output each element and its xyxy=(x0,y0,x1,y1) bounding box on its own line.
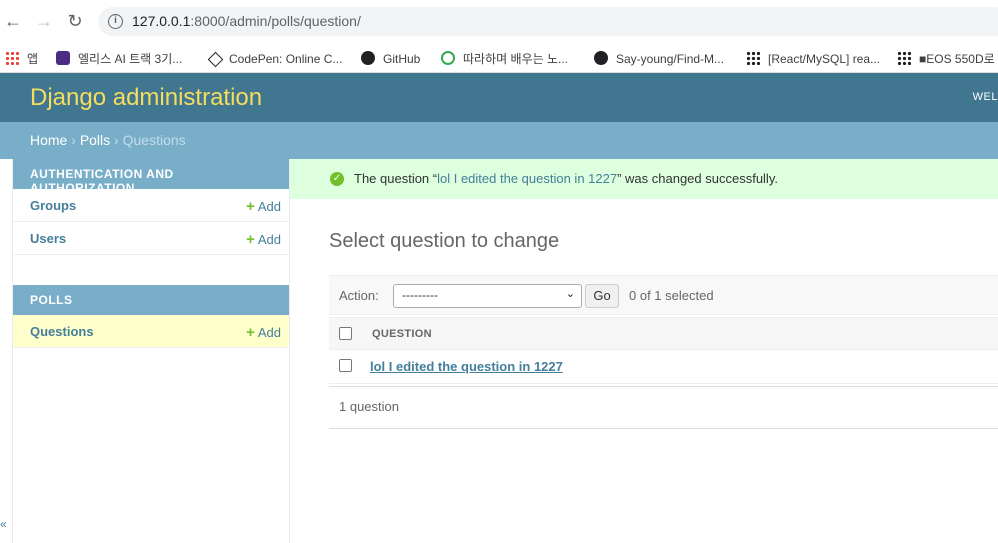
table-row: lol I edited the question in 1227 xyxy=(329,350,998,384)
info-icon[interactable]: i xyxy=(108,14,123,29)
dots-icon xyxy=(746,51,760,65)
codepen-icon xyxy=(207,51,224,68)
message-suffix: ” was changed successfully. xyxy=(617,171,778,186)
action-select[interactable]: --------- ⌄ xyxy=(393,284,582,308)
go-button[interactable]: Go xyxy=(585,284,619,308)
bookmark-elice[interactable]: 엘리스 AI 트랙 3기... xyxy=(56,50,182,68)
breadcrumb: Home › Polls › Questions xyxy=(0,122,998,159)
bookmarks-bar: 앱 엘리스 AI 트랙 3기... CodePen: Online C... G… xyxy=(0,44,998,73)
bookmark-label: [React/MySQL] rea... xyxy=(768,52,881,66)
elice-icon xyxy=(56,51,70,65)
plus-icon: + xyxy=(246,231,255,248)
bookmark-github[interactable]: GitHub xyxy=(361,50,420,68)
select-all-checkbox[interactable] xyxy=(339,327,352,340)
bookmark-label: 따라하며 배우는 노... xyxy=(463,52,568,66)
admin-header: Django administration WEL xyxy=(0,73,998,122)
questions-link[interactable]: Questions xyxy=(30,324,94,339)
groups-link[interactable]: Groups xyxy=(30,198,76,213)
message-text: The question “lol I edited the question … xyxy=(354,171,778,186)
add-label: Add xyxy=(257,232,281,247)
chevron-down-icon: ⌄ xyxy=(565,288,575,300)
bookmark-label: 앱 xyxy=(27,52,39,66)
bookmark-node[interactable]: 따라하며 배우는 노... xyxy=(441,50,568,68)
plus-icon: + xyxy=(246,198,255,215)
module-caption-polls[interactable]: POLLS xyxy=(13,285,289,315)
site-branding[interactable]: Django administration xyxy=(30,84,262,112)
url-text[interactable]: 127.0.0.1:8000/admin/polls/question/ xyxy=(132,13,361,29)
github-icon xyxy=(594,51,608,65)
action-label: Action: xyxy=(339,288,379,303)
user-tools: WEL xyxy=(972,91,998,103)
sidebar-item-questions: Questions + Add xyxy=(13,315,289,348)
bookmark-label: Say-young/Find-M... xyxy=(616,52,725,66)
page-title: Select question to change xyxy=(329,230,560,252)
module-auth: AUTHENTICATION AND AUTHORIZATION Groups … xyxy=(13,159,289,255)
breadcrumb-separator: › xyxy=(67,132,80,148)
add-user-button[interactable]: + Add xyxy=(246,231,281,248)
table-header: QUESTION xyxy=(329,317,998,350)
action-select-value: --------- xyxy=(402,288,438,302)
success-message: ✓ The question “lol I edited the questio… xyxy=(290,159,998,199)
breadcrumb-separator: › xyxy=(110,132,123,148)
module-polls: POLLS Questions + Add xyxy=(13,285,289,348)
breadcrumb-home[interactable]: Home xyxy=(30,132,67,148)
paginator: 1 question xyxy=(329,386,998,429)
action-counter: 0 of 1 selected xyxy=(629,288,714,303)
bookmark-say-young[interactable]: Say-young/Find-M... xyxy=(594,50,724,68)
add-question-button[interactable]: + Add xyxy=(246,324,281,341)
actions-bar: Action: --------- ⌄ Go 0 of 1 selected xyxy=(329,275,998,315)
globe-icon xyxy=(441,51,455,65)
url-host: 127.0.0.1 xyxy=(132,13,191,29)
check-icon: ✓ xyxy=(330,172,344,186)
reload-icon[interactable]: ↻ xyxy=(64,10,86,32)
bookmark-eos[interactable]: ■EOS 550D로 xyxy=(897,50,995,68)
bookmark-label: GitHub xyxy=(383,52,421,66)
row-checkbox[interactable] xyxy=(339,359,352,372)
bookmark-label: CodePen: Online C... xyxy=(229,52,343,66)
sidebar-collapse-toggle[interactable]: « xyxy=(0,517,7,531)
add-group-button[interactable]: + Add xyxy=(246,198,281,215)
breadcrumb-current: Questions xyxy=(122,132,186,148)
bookmark-label: 엘리스 AI 트랙 3기... xyxy=(78,52,183,66)
bookmark-react-mysql[interactable]: [React/MySQL] rea... xyxy=(746,50,880,68)
back-arrow-icon[interactable]: ← xyxy=(2,10,24,32)
breadcrumb-polls[interactable]: Polls xyxy=(80,132,110,148)
sidebar-item-groups: Groups + Add xyxy=(13,189,289,222)
bookmark-apps[interactable]: 앱 xyxy=(5,50,38,68)
question-link[interactable]: lol I edited the question in 1227 xyxy=(370,359,563,374)
message-question-link[interactable]: lol I edited the question in 1227 xyxy=(437,171,617,186)
add-label: Add xyxy=(257,325,281,340)
address-bar[interactable]: i 127.0.0.1:8000/admin/polls/question/ xyxy=(98,7,998,36)
plus-icon: + xyxy=(246,324,255,341)
browser-toolbar: ← → ↻ i 127.0.0.1:8000/admin/polls/quest… xyxy=(0,0,998,44)
bookmark-label: ■EOS 550D로 xyxy=(919,52,995,66)
url-path: :8000/admin/polls/question/ xyxy=(190,13,361,29)
message-prefix: The question “ xyxy=(354,171,438,186)
module-caption-auth[interactable]: AUTHENTICATION AND AUTHORIZATION xyxy=(13,159,289,195)
nav-sidebar: AUTHENTICATION AND AUTHORIZATION Groups … xyxy=(12,159,290,543)
bookmark-codepen[interactable]: CodePen: Online C... xyxy=(207,50,343,68)
sidebar-item-users: Users + Add xyxy=(13,222,289,255)
forward-arrow-icon[interactable]: → xyxy=(33,10,55,32)
result-list: QUESTION lol I edited the question in 12… xyxy=(329,317,998,384)
github-icon xyxy=(361,51,375,65)
dots-icon xyxy=(897,51,911,65)
column-header-question[interactable]: QUESTION xyxy=(372,328,432,340)
users-link[interactable]: Users xyxy=(30,231,66,246)
apps-icon xyxy=(5,51,19,65)
add-label: Add xyxy=(257,199,281,214)
